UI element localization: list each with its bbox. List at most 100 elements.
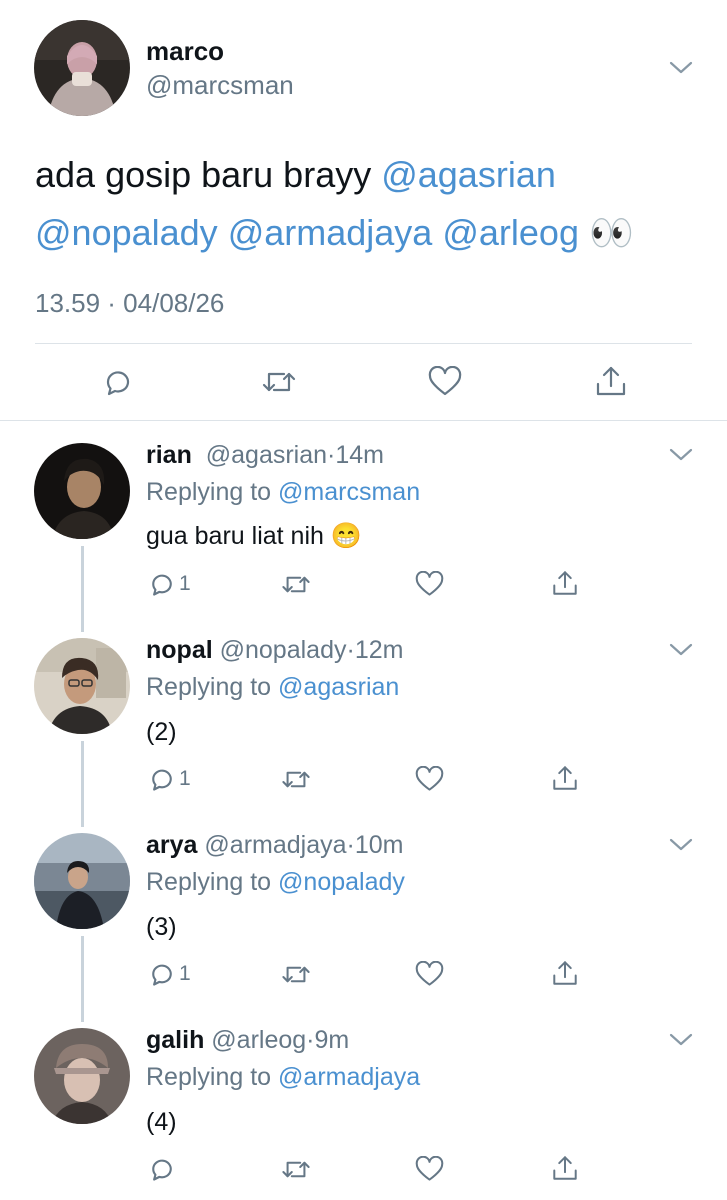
share-button[interactable]: [551, 569, 579, 597]
divider: [35, 343, 692, 344]
grin-emoji: 😁: [330, 522, 362, 550]
avatar-marco[interactable]: [34, 20, 130, 116]
retweet-icon: [262, 372, 296, 392]
author-name[interactable]: marco: [146, 36, 224, 67]
dot-separator: ·: [306, 1026, 315, 1054]
mention-nopalady[interactable]: @nopalady: [35, 212, 218, 253]
reply-author-name[interactable]: galih: [146, 1026, 204, 1054]
heart-icon: [415, 1156, 444, 1181]
heart-icon: [428, 366, 462, 396]
retweet-icon: [282, 576, 310, 593]
reply-header: nopal @nopalady·12m: [146, 636, 403, 665]
eyes-emoji: 👀: [588, 212, 634, 253]
like-button[interactable]: [415, 766, 444, 793]
retweet-button[interactable]: [280, 961, 312, 988]
reply-text: gua baru liat nih 😁: [146, 522, 362, 551]
replying-to-label: Replying to: [146, 478, 279, 506]
reply-time[interactable]: 14m: [335, 441, 384, 469]
reply-count: 1: [179, 962, 191, 985]
reply-count: 1: [179, 572, 191, 595]
dot-separator: ·: [346, 831, 355, 859]
reply-author-handle[interactable]: @arleog: [211, 1026, 306, 1054]
tweet-text: ada gosip baru brayy @agasrian @nopalady …: [35, 146, 695, 262]
reply-time[interactable]: 9m: [315, 1026, 350, 1054]
like-button[interactable]: [415, 1156, 444, 1183]
like-button[interactable]: [428, 366, 462, 398]
tweet-text-plain: ada gosip baru brayy: [35, 154, 382, 195]
thread-line: [81, 546, 84, 632]
avatar-rian[interactable]: [34, 443, 130, 539]
reply-time[interactable]: 10m: [355, 831, 404, 859]
replying-to-label: Replying to: [146, 673, 279, 701]
reply-text: (2): [146, 718, 177, 746]
share-icon: [553, 1156, 577, 1180]
reply-time[interactable]: 12m: [355, 636, 404, 664]
reply-text: (3): [146, 913, 177, 941]
reply-button[interactable]: [102, 366, 134, 398]
replying-to: Replying to @agasrian: [146, 673, 399, 702]
replying-to: Replying to @marcsman: [146, 478, 420, 507]
reply-button[interactable]: 1: [148, 765, 191, 793]
reply-icon: [106, 371, 130, 396]
mention-agasrian[interactable]: @agasrian: [381, 154, 556, 195]
thread-line: [81, 936, 84, 1022]
reply-author-name[interactable]: arya: [146, 831, 197, 859]
retweet-icon: [282, 1161, 310, 1178]
like-button[interactable]: [415, 961, 444, 988]
reply-icon: [152, 1159, 172, 1181]
share-button[interactable]: [551, 764, 579, 792]
replying-to-mention[interactable]: @marcsman: [278, 478, 420, 506]
replying-to-label: Replying to: [146, 868, 279, 896]
chevron-down-icon[interactable]: [668, 447, 694, 463]
avatar-nopal[interactable]: [34, 638, 130, 734]
chevron-down-icon[interactable]: [668, 837, 694, 853]
like-button[interactable]: [415, 571, 444, 598]
replying-to-label: Replying to: [146, 1063, 279, 1091]
reply-author-name[interactable]: rian: [146, 441, 192, 469]
share-icon: [553, 961, 577, 985]
share-button[interactable]: [551, 959, 579, 987]
replying-to-mention[interactable]: @armadjaya: [278, 1063, 420, 1091]
retweet-icon: [282, 966, 310, 983]
reply-icon: [152, 964, 172, 986]
reply-count: 1: [179, 767, 191, 790]
reply-header: galih @arleog·9m: [146, 1026, 349, 1055]
reply-header: rian @agasrian·14m: [146, 441, 384, 470]
share-button[interactable]: [594, 364, 628, 398]
retweet-icon: [282, 771, 310, 788]
heart-icon: [415, 766, 444, 791]
reply-icon: [152, 574, 172, 596]
replying-to: Replying to @armadjaya: [146, 1063, 420, 1092]
reply-button[interactable]: 1: [148, 960, 191, 988]
chevron-down-icon[interactable]: [668, 1032, 694, 1048]
reply-button[interactable]: 1: [148, 570, 191, 598]
retweet-button[interactable]: [280, 571, 312, 598]
avatar-arya[interactable]: [34, 833, 130, 929]
replying-to-mention[interactable]: @agasrian: [278, 673, 399, 701]
tweet-timestamp[interactable]: 13.59 · 04/08/26: [35, 288, 224, 319]
reply-icon: [152, 769, 172, 791]
share-button[interactable]: [551, 1154, 579, 1182]
mention-armadjaya[interactable]: @armadjaya: [228, 212, 433, 253]
reply-author-name[interactable]: nopal: [146, 636, 213, 664]
heart-icon: [415, 961, 444, 986]
retweet-button[interactable]: [280, 1156, 312, 1183]
heart-icon: [415, 571, 444, 596]
reply-text: (4): [146, 1108, 177, 1136]
share-icon: [553, 766, 577, 790]
chevron-down-icon[interactable]: [668, 642, 694, 658]
replying-to-mention[interactable]: @nopalady: [278, 868, 405, 896]
author-handle[interactable]: @marcsman: [146, 70, 294, 101]
reply-author-handle[interactable]: @agasrian: [206, 441, 327, 469]
reply-author-handle[interactable]: @armadjaya: [204, 831, 346, 859]
dot-separator: ·: [346, 636, 355, 664]
chevron-down-icon[interactable]: [668, 60, 694, 76]
mention-arleog[interactable]: @arleog: [442, 212, 579, 253]
retweet-button[interactable]: [260, 366, 298, 398]
share-icon: [553, 571, 577, 595]
retweet-button[interactable]: [280, 766, 312, 793]
reply-text-plain: gua baru liat nih: [146, 522, 331, 550]
avatar-galih[interactable]: [34, 1028, 130, 1124]
reply-button[interactable]: [148, 1155, 176, 1183]
reply-author-handle[interactable]: @nopalady: [220, 636, 347, 664]
